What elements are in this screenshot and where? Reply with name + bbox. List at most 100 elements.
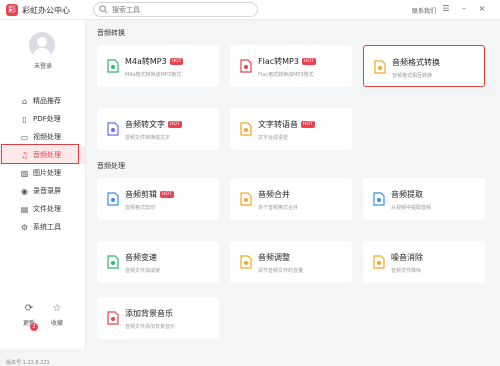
tool-card[interactable]: Flac转MP3 HOT Flac格式转换成MP3格式	[230, 45, 352, 87]
tool-card-title: 音频调整	[258, 252, 290, 263]
search-icon	[99, 5, 108, 14]
tool-card[interactable]: M4a转MP3 HOT M4a格式转换成MP3格式	[97, 45, 219, 87]
hot-badge: HOT	[169, 58, 184, 65]
tool-card-title-text: 音频格式转换	[392, 58, 440, 67]
sidebar-item-system[interactable]: ⚙ 系统工具	[0, 218, 86, 236]
audio-text-icon	[107, 122, 119, 136]
tool-card-desc: 多个音频格式合并	[258, 205, 299, 211]
audio-speed-icon	[107, 255, 119, 269]
tool-card-title-text: 音频合并	[258, 190, 290, 199]
tool-card-desc: Flac格式转换成MP3格式	[258, 72, 314, 78]
update-icon: ⟳	[24, 303, 34, 314]
tool-card-title-text: M4a转MP3	[125, 57, 167, 66]
tool-card[interactable]: 噪音消除音频文件降噪	[363, 241, 485, 283]
minimize-icon[interactable]: –	[458, 3, 470, 15]
tool-card[interactable]: 音频转文字 HOT 音频文件转换成文字	[97, 108, 219, 150]
tools-icon: ⚙	[20, 222, 29, 232]
favorite-button[interactable]: ☆ 收藏	[42, 303, 72, 327]
sidebar-item-file[interactable]: ▤ 文件处理	[0, 200, 86, 218]
tool-card-desc: M4a格式转换成MP3格式	[125, 72, 182, 78]
sidebar: 未登录 ⌂ 精品推荐 ▯ PDF处理 ▭ 视频处理 ♫ 音频处理 ▨ 图片处理 ◉ 录音录屏…	[0, 20, 86, 366]
m4a-mp3-icon	[107, 59, 119, 73]
tool-card[interactable]: 文字转语音 HOT 文字合成语音	[230, 108, 352, 150]
tool-card-desc: 文字合成语音	[258, 135, 289, 141]
tool-card-title-text: 噪音消除	[391, 253, 423, 262]
sidebar-nav: ⌂ 精品推荐 ▯ PDF处理 ▭ 视频处理 ♫ 音频处理 ▨ 图片处理 ◉ 录音录屏 ▤ 文件…	[0, 92, 86, 236]
audio-merge-icon	[240, 192, 252, 206]
menu-icon[interactable]: ☰	[440, 3, 452, 15]
tool-card-desc: 音频文件降噪	[391, 268, 422, 274]
version-text: 版本号:1.22.8.221	[6, 360, 50, 366]
tool-card[interactable]: 音频变速音频文件加减速	[97, 241, 219, 283]
tool-card-title-text: 音频转文字	[125, 120, 165, 129]
home-icon: ⌂	[21, 96, 28, 106]
tool-card-desc: 从视频中提取音频	[391, 205, 432, 211]
sidebar-item-record[interactable]: ◉ 录音录屏	[0, 182, 86, 200]
tool-card[interactable]: 添加背景音乐 音频文件添加背景音乐	[97, 297, 219, 339]
sidebar-item-label: 视频处理	[33, 133, 61, 141]
video-icon: ▭	[20, 132, 29, 142]
favorite-label: 收藏	[50, 320, 63, 327]
tool-card-title-text: 音频剪辑	[125, 190, 157, 199]
noise-remove-icon	[373, 255, 385, 269]
sidebar-item-label: 录音录屏	[33, 187, 61, 195]
tool-card-desc: 音频文件添加背景音乐	[125, 324, 176, 330]
tool-card-title: 音频转文字 HOT	[125, 119, 182, 130]
sidebar-item-label: 系统工具	[33, 223, 61, 231]
audio-volume-icon	[240, 255, 252, 269]
hot-badge: HOT	[301, 58, 316, 65]
title-bar: 彩 彩虹办公中心 联系我们 ☰ – ×	[0, 0, 500, 20]
sidebar-item-label: 精品推荐	[33, 97, 61, 105]
tool-card-title: 音频提取	[391, 189, 423, 200]
tool-card-title: 添加背景音乐	[125, 308, 173, 319]
search-input[interactable]	[112, 4, 252, 15]
hot-badge: HOT	[160, 191, 174, 198]
tool-card-title: Flac转MP3 HOT	[258, 56, 316, 67]
tool-card[interactable]: 音频剪辑 HOT 音频格式剪切	[97, 178, 219, 220]
tool-card-title-text: 添加背景音乐	[125, 309, 173, 318]
login-status[interactable]: 未登录	[0, 61, 86, 70]
sidebar-item-label: 文件处理	[33, 205, 61, 213]
sidebar-item-recommended[interactable]: ⌂ 精品推荐	[0, 92, 86, 110]
highlight-box	[1, 144, 79, 164]
tool-card-title-text: Flac转MP3	[258, 57, 299, 66]
hot-badge: HOT	[301, 121, 315, 128]
tool-card-desc: 音频格式剪切	[125, 205, 156, 211]
avatar[interactable]	[29, 32, 55, 58]
audio-cut-icon	[107, 192, 119, 206]
update-badge: 2	[30, 323, 38, 331]
tool-card-title-text: 文字转语音	[258, 120, 298, 129]
bg-music-icon	[107, 311, 119, 325]
tool-card-title: 噪音消除	[391, 252, 423, 263]
tool-card[interactable]: 音频合并多个音频格式合并	[230, 178, 352, 220]
tool-card-title-text: 音频调整	[258, 253, 290, 262]
tool-card-desc: 音频文件转换成文字	[125, 135, 171, 141]
section-title-processing: 音频处理	[97, 162, 125, 170]
image-icon: ▨	[20, 168, 29, 178]
sidebar-item-image[interactable]: ▨ 图片处理	[0, 164, 86, 182]
contact-us-link[interactable]: 联系我们	[412, 6, 436, 15]
search-box[interactable]	[93, 2, 258, 17]
folder-icon: ▤	[20, 204, 29, 214]
tool-card-desc: 音频文件加减速	[125, 268, 161, 274]
tool-card-title: 文字转语音 HOT	[258, 119, 315, 130]
tool-card[interactable]: 音频格式转换 音频格式相互转换	[363, 45, 485, 87]
pdf-icon: ▯	[22, 114, 27, 124]
tool-card[interactable]: 音频调整 调节音频文件的音量	[230, 241, 352, 283]
record-icon: ◉	[21, 186, 28, 196]
star-icon: ☆	[52, 303, 62, 314]
sidebar-item-label: 图片处理	[33, 169, 61, 177]
audio-convert-icon	[374, 60, 386, 74]
sidebar-item-pdf[interactable]: ▯ PDF处理	[0, 110, 86, 128]
hot-badge: HOT	[168, 121, 182, 128]
tool-card[interactable]: 音频提取从视频中提取音频	[363, 178, 485, 220]
tool-card-title: 音频变速	[125, 252, 157, 263]
text-speech-icon	[240, 122, 252, 136]
tool-card-title: 音频合并	[258, 189, 290, 200]
close-icon[interactable]: ×	[476, 3, 488, 15]
tool-card-desc: 音频格式相互转换	[392, 73, 433, 79]
section-title-conversion: 音频转换	[97, 29, 125, 37]
sidebar-item-label: PDF处理	[33, 115, 61, 123]
tool-card-title: 音频剪辑 HOT	[125, 189, 174, 200]
update-button[interactable]: ⟳ 更新	[14, 303, 44, 327]
